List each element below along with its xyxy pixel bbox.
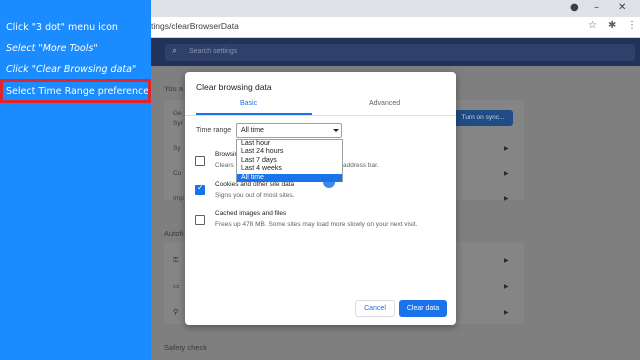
clear-data-button[interactable]: Clear data xyxy=(399,300,447,317)
time-range-option[interactable]: Last 7 days xyxy=(237,157,342,165)
tab-basic[interactable]: Basic xyxy=(240,100,257,107)
clear-browsing-data-dialog: Clear browsing data Basic Advanced Time … xyxy=(185,72,456,325)
url-text[interactable]: tings/clearBrowserData xyxy=(151,21,239,31)
mouse-cursor-indicator xyxy=(323,176,335,188)
credit-card-icon: ▭ xyxy=(173,282,180,290)
cached-images-checkbox[interactable] xyxy=(195,215,205,225)
more-menu-icon[interactable]: ⋮ xyxy=(627,20,637,31)
browsing-history-desc: Clears xyxy=(215,162,234,169)
time-range-option[interactable]: Last 24 hours xyxy=(237,148,342,156)
you-and-google-heading: You a xyxy=(164,84,183,93)
key-icon: ⚿ xyxy=(173,256,179,264)
location-pin-icon: ⚲ xyxy=(173,308,179,316)
chevron-right-icon: ▶ xyxy=(504,170,509,177)
dialog-title: Clear browsing data xyxy=(196,82,272,92)
autofill-heading: Autofi xyxy=(164,229,184,238)
dropdown-arrow-icon xyxy=(333,129,339,132)
browsing-history-desc-tail: address bar. xyxy=(343,162,379,169)
cancel-button[interactable]: Cancel xyxy=(355,300,395,317)
cookies-checkbox[interactable]: ✓ xyxy=(195,183,205,195)
cached-images-desc: Frees up 478 MB. Some sites may load mor… xyxy=(215,221,418,228)
cookies-title: Cookies and other site data xyxy=(215,181,295,188)
tab-strip: ● – ✕ xyxy=(151,0,640,17)
settings-row-text-b: Syr xyxy=(173,120,183,127)
tutorial-step-1: Click "3 dot" menu icon xyxy=(6,22,118,33)
chevron-right-icon: ▶ xyxy=(504,283,509,290)
chevron-right-icon: ▶ xyxy=(504,195,509,202)
address-bar[interactable]: tings/clearBrowserData ☆ ✱ ⋮ xyxy=(151,17,640,38)
time-range-label: Time range xyxy=(196,127,232,134)
cookies-desc: Signs you out of most sites. xyxy=(215,192,295,199)
time-range-value: All time xyxy=(241,127,264,134)
settings-row-text-a: Ge xyxy=(173,110,182,117)
browsing-history-title: Browsin xyxy=(215,151,239,158)
turn-on-sync-button[interactable]: Turn on sync... xyxy=(453,110,513,126)
browsing-history-checkbox[interactable] xyxy=(195,156,205,166)
cached-images-title: Cached images and files xyxy=(215,210,287,217)
extensions-icon[interactable]: ✱ xyxy=(608,20,616,31)
time-range-select[interactable]: All time xyxy=(236,123,342,138)
minimize-icon[interactable]: – xyxy=(594,2,599,13)
chevron-right-icon: ▶ xyxy=(504,145,509,152)
settings-row-customize[interactable]: Cu xyxy=(173,170,181,177)
browser-chrome: ● – ✕ tings/clearBrowserData ☆ ✱ ⋮ xyxy=(151,0,640,38)
time-range-option[interactable]: Last hour xyxy=(237,140,342,148)
current-step-highlight xyxy=(0,79,151,103)
search-icon: ⌕ xyxy=(172,46,178,56)
settings-row-sync[interactable]: Sy xyxy=(173,145,181,152)
close-window-icon[interactable]: ✕ xyxy=(618,2,626,13)
chevron-right-icon: ▶ xyxy=(504,257,509,264)
settings-row-import[interactable]: Imp xyxy=(173,195,184,202)
tutorial-step-2: Select "More Tools" xyxy=(6,43,98,54)
profile-download-icon[interactable]: ● xyxy=(570,2,579,13)
search-placeholder: Search settings xyxy=(189,48,238,55)
tab-advanced[interactable]: Advanced xyxy=(369,100,400,107)
chevron-right-icon: ▶ xyxy=(504,309,509,316)
tutorial-step-3: Click "Clear Browsing data" xyxy=(6,64,137,75)
tutorial-sidebar: Click "3 dot" menu icon Select "More Too… xyxy=(0,0,151,360)
time-range-option[interactable]: Last 4 weeks xyxy=(237,165,342,173)
safety-check-heading: Safety check xyxy=(164,343,207,352)
tab-divider xyxy=(185,115,456,116)
settings-header: ⌕ Search settings xyxy=(151,38,640,66)
checkmark-icon: ✓ xyxy=(197,183,204,192)
settings-search-input[interactable]: ⌕ Search settings xyxy=(165,44,635,61)
bookmark-star-icon[interactable]: ☆ xyxy=(588,20,597,31)
